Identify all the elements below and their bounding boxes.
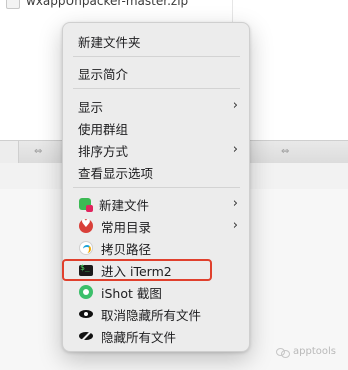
menu-item-label: 显示 [78, 99, 104, 115]
menu-item-label: 排序方式 [78, 143, 129, 159]
menu-item-view-options[interactable]: 查看显示选项 [68, 161, 244, 183]
menu-item-favorites[interactable]: 常用目录 › [68, 215, 244, 237]
new-file-icon [79, 198, 93, 212]
menu-item-label: 取消隐藏所有文件 [101, 307, 202, 323]
chevron-right-icon: › [232, 142, 238, 157]
eye-icon [79, 307, 93, 321]
menu-item-label: 隐藏所有文件 [101, 329, 177, 345]
copy-path-icon [79, 241, 93, 255]
menu-separator [73, 88, 240, 89]
chevron-left-right-icon[interactable]: ⇔ [281, 146, 289, 157]
wechat-logo-icon [276, 347, 290, 358]
menu-item-label: 拷贝路径 [101, 241, 152, 257]
chevron-right-icon: › [232, 218, 238, 233]
menu-item-unhide-all[interactable]: 取消隐藏所有文件 [68, 303, 244, 325]
eye-off-icon [79, 329, 93, 343]
menu-item-label: 使用群组 [78, 121, 129, 137]
chevron-left-right-icon[interactable]: ⇔ [34, 146, 42, 157]
menu-item-label: 查看显示选项 [78, 165, 154, 181]
watermark: apptools [276, 346, 336, 358]
menu-item-label: iShot 截图 [101, 285, 162, 301]
file-name: wxappUnpacker-master.zip [26, 0, 189, 8]
menu-item-show[interactable]: 显示 › [68, 95, 244, 117]
preview-pane [233, 0, 348, 140]
menu-item-new-file[interactable]: 新建文件 › [68, 193, 244, 215]
context-menu: 新建文件夹 显示简介 显示 › 使用群组 排序方式 › 查看显示选项 新建文件 … [62, 22, 250, 352]
menu-item-label: 显示简介 [78, 66, 129, 82]
menu-item-label: 新建文件夹 [78, 34, 141, 50]
chevron-right-icon: › [232, 98, 238, 113]
menu-separator [73, 187, 240, 188]
chevron-right-icon: › [232, 196, 238, 211]
menu-item-use-groups[interactable]: 使用群组 [68, 117, 244, 139]
menu-item-show-info[interactable]: 显示简介 [68, 62, 244, 84]
menu-item-new-folder[interactable]: 新建文件夹 [68, 30, 244, 52]
zip-file-icon [6, 0, 20, 9]
menu-item-ishot[interactable]: iShot 截图 [68, 281, 244, 303]
menu-item-copy-path[interactable]: 拷贝路径 [68, 237, 244, 259]
iterm-highlight-box [62, 259, 212, 281]
menu-separator [73, 56, 240, 57]
menu-item-sort-by[interactable]: 排序方式 › [68, 139, 244, 161]
file-row[interactable]: wxappUnpacker-master.zip [6, 0, 236, 9]
strip-left-cell [0, 141, 19, 163]
menu-item-hide-all[interactable]: 隐藏所有文件 [68, 325, 244, 347]
ishot-icon [79, 285, 93, 299]
watermark-text: apptools [293, 346, 336, 357]
heart-icon [79, 217, 93, 233]
menu-item-label: 常用目录 [101, 219, 152, 235]
menu-item-label: 新建文件 [99, 197, 150, 213]
